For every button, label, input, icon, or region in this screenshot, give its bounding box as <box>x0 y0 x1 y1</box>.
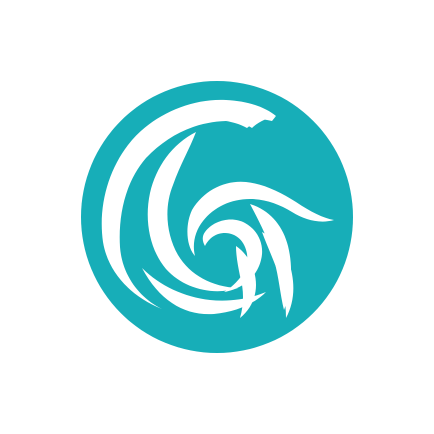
logo-canvas <box>0 0 434 434</box>
wave-bird-logo-icon <box>81 81 353 353</box>
